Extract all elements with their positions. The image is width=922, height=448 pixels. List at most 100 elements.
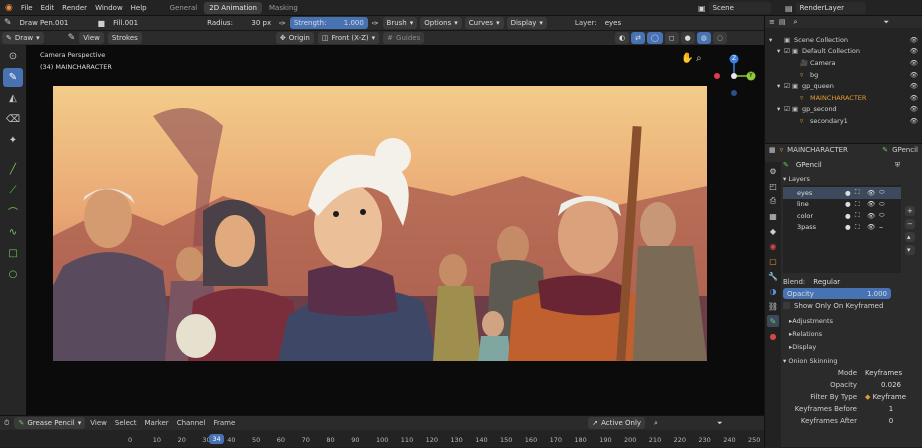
timeline-menu-frame[interactable]: Frame (213, 419, 235, 427)
outliner-row[interactable]: ▿ secondary1 👁 (765, 115, 922, 127)
material-tab-icon[interactable]: ● (767, 330, 779, 342)
menu-edit[interactable]: Edit (41, 4, 55, 12)
curve-tool-icon[interactable]: ∿ (3, 223, 23, 242)
object-tab-icon[interactable]: ▢ (767, 255, 779, 267)
viewport-canvas[interactable]: Camera Perspective (34) MAINCHARACTER Z … (26, 45, 764, 415)
render-layer-field[interactable]: RenderLayer (795, 2, 866, 14)
circle-tool-icon[interactable]: ○ (3, 265, 23, 284)
gizmo-toggle-icon[interactable]: ⇄ (631, 32, 645, 44)
projection-selector[interactable]: ◫ Front (X-Z) ▾ (317, 32, 380, 44)
view-menu[interactable]: View (79, 32, 104, 44)
lock-icon[interactable]: ⌣ (879, 223, 889, 232)
draw-tool-icon[interactable]: ✎ (3, 68, 23, 87)
current-frame-indicator[interactable]: 34 (209, 434, 224, 444)
onion-skin-icon[interactable]: ⛶ (855, 188, 867, 197)
visibility-checkbox-icon[interactable]: ☑ (784, 105, 792, 113)
eye-icon[interactable]: 👁 (910, 94, 918, 102)
timeline-menu-marker[interactable]: Marker (144, 419, 168, 427)
onion-skin-icon[interactable]: ⛶ (855, 200, 867, 209)
outliner-row[interactable]: 🎥 Camera 👁 (765, 57, 922, 69)
outliner-search-input[interactable]: ⌕ (789, 17, 880, 27)
fake-user-icon[interactable]: ⛨ (895, 161, 900, 170)
lock-icon[interactable]: ⬭ (879, 211, 889, 220)
box-tool-icon[interactable]: □ (3, 244, 23, 263)
line-tool-icon[interactable]: ╱ (3, 160, 23, 179)
menu-render[interactable]: Render (62, 4, 87, 12)
navigation-gizmo[interactable]: Z Y (711, 53, 757, 99)
guides-toggle[interactable]: # Guides (383, 32, 425, 44)
editor-mode-selector[interactable]: ✎ Grease Pencil ▾ (14, 417, 86, 429)
outliner-row[interactable]: ▾ ☑ ▣ gp_second 👁 (765, 104, 922, 116)
move-up-button[interactable]: ▴ (905, 232, 915, 242)
menu-curves[interactable]: Curves ▾ (464, 17, 504, 29)
display-mode-icon[interactable]: ▤ (779, 18, 786, 26)
brush-icon[interactable]: ✎ (4, 18, 12, 28)
shading-material-icon[interactable]: ◍ (696, 32, 711, 44)
filter-icon[interactable]: ⏷ (884, 18, 890, 27)
tint-tool-icon[interactable]: ✦ (3, 131, 23, 150)
workspace-tab-masking[interactable]: Masking (264, 2, 303, 14)
outliner-row[interactable]: ▾ ☑ ▣ gp_queen 👁 (765, 80, 922, 92)
show-only-keyframed-checkbox[interactable] (783, 302, 790, 309)
eye-icon[interactable]: 👁 (910, 105, 918, 113)
visibility-icon[interactable]: ◐ (615, 32, 630, 44)
opacity-slider[interactable]: Opacity 1.000 (783, 288, 891, 299)
onion-mode-selector[interactable]: Keyframes (861, 368, 921, 378)
menu-window[interactable]: Window (95, 4, 123, 12)
eye-icon[interactable]: 👁 (867, 212, 879, 220)
workspace-tab-general[interactable]: General (165, 2, 203, 14)
select-tool-icon[interactable]: ⊙ (3, 47, 23, 66)
layer-row[interactable]: 3pass ● ⛶ 👁 ⌣ (783, 222, 901, 234)
blender-logo-icon[interactable]: ◉ (5, 3, 13, 13)
keyframes-before-field[interactable]: 1 (861, 404, 921, 414)
eye-icon[interactable]: 👁 (910, 36, 918, 44)
menu-brush[interactable]: Brush ▾ (382, 17, 418, 29)
constraints-tab-icon[interactable]: ⛓ (767, 300, 779, 312)
layer-row[interactable]: eyes ● ⛶ 👁 ⬭ (783, 187, 901, 199)
remove-layer-button[interactable]: − (905, 219, 915, 229)
properties-editor-icon[interactable]: ▦ (769, 146, 776, 154)
modifier-tab-icon[interactable]: 🔧 (767, 270, 779, 282)
lock-icon[interactable]: ⬭ (879, 188, 889, 197)
expand-arrow-icon[interactable]: ▾ (777, 82, 784, 90)
eye-icon[interactable]: 👁 (867, 200, 879, 208)
outliner-row[interactable]: ▾ ☑ ▣ Default Collection 👁 (765, 46, 922, 58)
outliner-row[interactable]: ▾ ▣ Scene Collection 👁 (765, 34, 922, 46)
draw-tool-icon[interactable]: ✎ (68, 33, 76, 43)
pressure-strength-icon[interactable]: ✑ (372, 19, 379, 28)
filter-icon[interactable]: ⏷ (717, 419, 723, 428)
polyline-tool-icon[interactable]: ⟋ (3, 181, 23, 200)
expand-arrow-icon[interactable]: ▾ (777, 105, 784, 113)
outliner-row[interactable]: ▿ MAINCHARACTER 👁 (765, 92, 922, 104)
keyframes-after-field[interactable]: 0 (861, 416, 921, 426)
fill-tool-icon[interactable]: ◭ (3, 89, 23, 108)
visibility-checkbox-icon[interactable]: ☑ (784, 82, 792, 90)
add-layer-button[interactable]: + (905, 206, 915, 216)
shading-rendered-icon[interactable]: ◌ (712, 32, 727, 44)
strength-field[interactable]: Strength: 1.000 (289, 17, 368, 29)
world-tab-icon[interactable]: ◉ (767, 240, 779, 252)
arc-tool-icon[interactable]: ⌒ (3, 202, 23, 221)
menu-display[interactable]: Display ▾ (506, 17, 547, 29)
subpanel-display[interactable]: ▸ Display (783, 340, 921, 353)
onion-skin-icon[interactable]: ⛶ (855, 223, 867, 232)
mode-selector[interactable]: ✎ Draw ▾ (2, 32, 44, 44)
workspace-tab-2d-animation[interactable]: 2D Animation (204, 1, 262, 14)
scene-field[interactable]: Scene (708, 2, 771, 14)
shading-solid-icon[interactable]: ● (680, 32, 695, 44)
lock-icon[interactable]: ⬭ (879, 200, 889, 209)
origin-selector[interactable]: ✥ Origin (275, 32, 314, 44)
expand-arrow-icon[interactable]: ▾ (769, 36, 776, 44)
menu-file[interactable]: File (21, 4, 33, 12)
menu-help[interactable]: Help (131, 4, 147, 12)
dopesheet-icon[interactable]: ⏱ (4, 419, 9, 428)
xray-icon[interactable]: ◻ (664, 32, 679, 44)
menu-options[interactable]: Options ▾ (420, 17, 462, 29)
brush-field[interactable]: Draw Pen.001 (15, 17, 94, 29)
view-layer-tab-icon[interactable]: ▦ (767, 210, 779, 222)
material-field[interactable]: Fill.001 (109, 17, 182, 29)
subpanel-adjustments[interactable]: ▸ Adjustments (783, 314, 921, 327)
visibility-checkbox-icon[interactable]: ☑ (784, 47, 792, 55)
effects-tab-icon[interactable]: ◑ (767, 285, 779, 297)
onion-skinning-header[interactable]: ▾ Onion Skinning (783, 354, 921, 367)
